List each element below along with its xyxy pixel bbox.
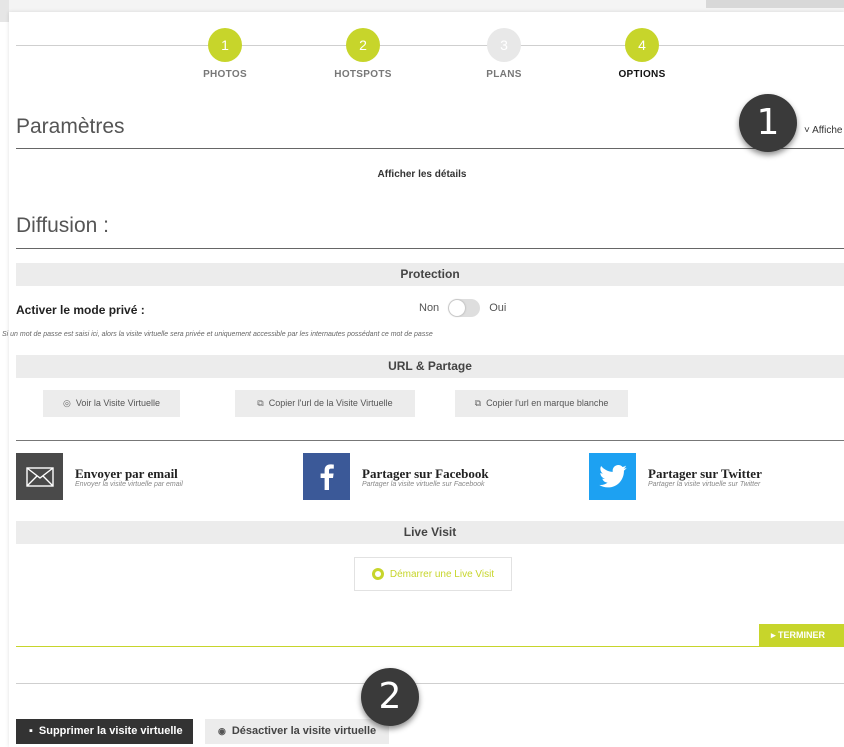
- button-label: Voir la Visite Virtuelle: [75, 398, 161, 408]
- parametres-divider: [16, 148, 844, 149]
- button-label: Copier l'url de la Visite Virtuelle: [268, 398, 393, 408]
- button-label: Démarrer une Live Visit: [389, 568, 495, 580]
- stepper-line: [16, 45, 844, 46]
- share-title: Envoyer par email: [75, 465, 178, 481]
- parametres-title: Paramètres: [16, 115, 125, 138]
- step-plans[interactable]: 3 PLANS: [444, 28, 564, 80]
- callout-marker-1: 1: [739, 94, 797, 152]
- finish-button[interactable]: ▸ TERMINER: [759, 624, 844, 646]
- step-label: PHOTOS: [203, 69, 247, 80]
- share-title: Partager sur Facebook: [362, 465, 489, 481]
- step-label: PLANS: [486, 69, 522, 80]
- private-mode-label: Activer le mode privé :: [16, 303, 145, 317]
- live-visit-header: Live Visit: [16, 521, 844, 544]
- share-subtitle: Partager la visite virtuelle sur Twitter: [648, 480, 761, 488]
- step-photos[interactable]: 1 PHOTOS: [165, 28, 285, 80]
- show-details-link[interactable]: Afficher les détails: [0, 169, 844, 180]
- step-number: 1: [208, 28, 242, 62]
- step-label: OPTIONS: [618, 69, 666, 80]
- share-divider: [16, 440, 844, 441]
- toggle-off-label: Non: [419, 302, 440, 314]
- envelope-icon: [16, 453, 63, 500]
- twitter-icon: [589, 453, 636, 500]
- url-share-header: URL & Partage: [16, 355, 844, 378]
- private-mode-toggle[interactable]: [448, 299, 481, 317]
- copy-url-button[interactable]: ⧉ Copier l'url de la Visite Virtuelle: [235, 390, 415, 417]
- trash-icon: ▪: [29, 725, 33, 737]
- protection-header: Protection: [16, 263, 844, 286]
- share-subtitle: Partager la visite virtuelle sur Faceboo…: [362, 480, 485, 488]
- diffusion-title: Diffusion :: [16, 214, 109, 237]
- step-hotspots[interactable]: 2 HOTSPOTS: [303, 28, 423, 80]
- step-options[interactable]: 4 OPTIONS: [582, 28, 702, 80]
- toggle-on-label: Oui: [489, 302, 507, 314]
- step-number: 4: [625, 28, 659, 62]
- view-tour-button[interactable]: ◎ Voir la Visite Virtuelle: [43, 390, 180, 417]
- tab-peek: [706, 0, 844, 8]
- footer-green-line: [16, 646, 844, 647]
- share-title: Partager sur Twitter: [648, 465, 762, 481]
- share-subtitle: Envoyer la visite virtuelle par email: [75, 480, 183, 488]
- delete-tour-button[interactable]: ▪ Supprimer la visite virtuelle: [16, 719, 193, 744]
- facebook-icon: [303, 453, 350, 500]
- callout-marker-2: 2: [361, 668, 419, 726]
- share-facebook[interactable]: Partager sur Facebook Partager la visite…: [303, 453, 489, 500]
- step-label: HOTSPOTS: [334, 69, 392, 80]
- password-hint: Si un mot de passe est saisi ici, alors …: [2, 331, 433, 338]
- copy-icon: ⧉: [474, 398, 482, 408]
- diffusion-divider: [16, 248, 844, 249]
- footer-divider: [16, 683, 844, 684]
- button-label: Désactiver la visite virtuelle: [231, 725, 377, 737]
- show-parameters-link[interactable]: ˅ Affiche: [804, 125, 842, 136]
- webcam-icon: [371, 568, 384, 580]
- disable-tour-button[interactable]: ◉ Désactiver la visite virtuelle: [205, 719, 389, 744]
- private-mode-toggle-group: Non Oui: [419, 299, 506, 317]
- left-shadow: [0, 0, 9, 22]
- button-label: Supprimer la visite virtuelle: [38, 725, 183, 737]
- start-live-visit-button[interactable]: Démarrer une Live Visit: [354, 557, 512, 591]
- step-number: 3: [487, 28, 521, 62]
- share-email[interactable]: Envoyer par email Envoyer la visite virt…: [16, 453, 183, 500]
- options-card: [9, 12, 844, 747]
- copy-icon: ⧉: [257, 398, 264, 408]
- toggle-knob: [449, 300, 466, 316]
- eye-icon: ◎: [62, 398, 71, 408]
- eye-off-icon: ◉: [218, 726, 226, 736]
- button-label: Copier l'url en marque blanche: [486, 398, 609, 408]
- share-twitter[interactable]: Partager sur Twitter Partager la visite …: [589, 453, 762, 500]
- copy-white-label-url-button[interactable]: ⧉ Copier l'url en marque blanche: [455, 390, 628, 417]
- step-number: 2: [346, 28, 380, 62]
